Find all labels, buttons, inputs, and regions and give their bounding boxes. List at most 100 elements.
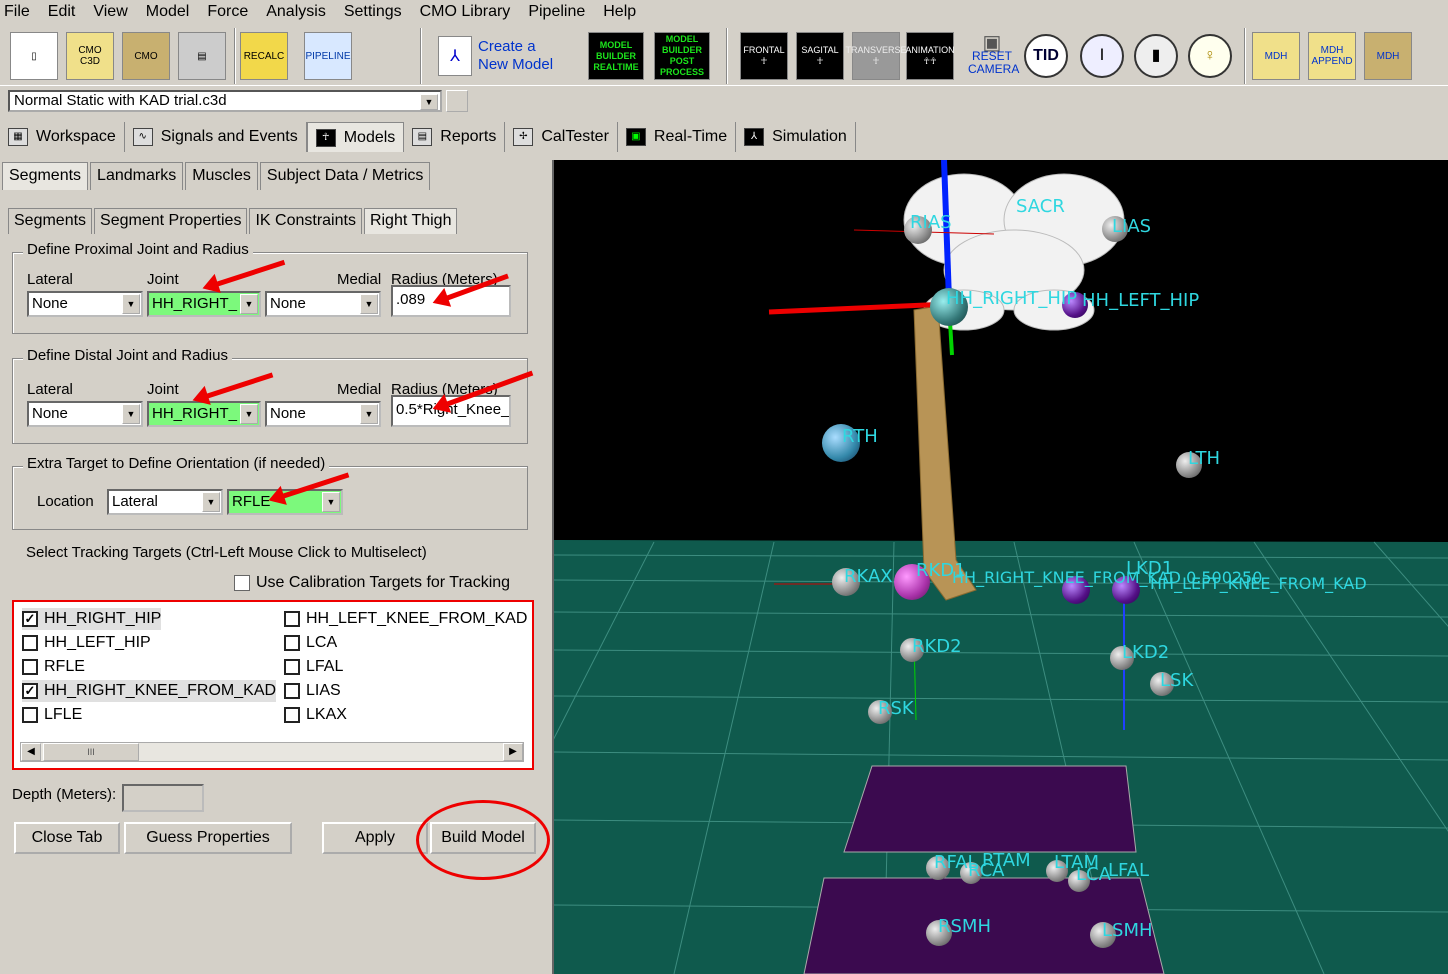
distal-lateral-select[interactable]: None ▼	[27, 401, 143, 427]
model-builder-post-button[interactable]: MODEL BUILDER POST PROCESS	[654, 30, 710, 82]
file-spinner[interactable]	[446, 90, 468, 112]
checkbox-unchecked[interactable]	[284, 659, 300, 675]
checkbox-unchecked[interactable]	[284, 611, 300, 627]
proximal-radius-input[interactable]: .089	[391, 285, 511, 317]
tab-segments-list[interactable]: Segments	[8, 208, 93, 234]
menu-file[interactable]: File	[4, 3, 30, 21]
list-item[interactable]: HH_LEFT_KNEE_FROM_KAD	[284, 608, 527, 630]
toolbar-separator	[420, 28, 422, 84]
animation-button[interactable]: ANIMATION ☥☥	[905, 30, 955, 82]
label-rsk: RSK	[878, 698, 914, 719]
menu-help[interactable]: Help	[603, 3, 636, 21]
tab-signals-events[interactable]: ∿ Signals and Events	[125, 122, 307, 152]
menu-model[interactable]: Model	[146, 3, 190, 21]
menu-analysis[interactable]: Analysis	[266, 3, 326, 21]
tab-landmarks[interactable]: Landmarks	[90, 162, 184, 190]
use-calibration-checkbox[interactable]	[234, 575, 250, 591]
guess-properties-button[interactable]: Guess Properties	[124, 822, 292, 854]
checkbox-unchecked[interactable]	[22, 635, 38, 651]
checkbox-unchecked[interactable]	[284, 635, 300, 651]
tab-models[interactable]: ☥ Models	[306, 122, 405, 152]
3d-viewport[interactable]: RIAS SACR LIAS HH_RIGHT_HIP HH_LEFT_HIP …	[552, 160, 1448, 974]
close-tab-button[interactable]: Close Tab	[14, 822, 120, 854]
list-item[interactable]: ✓ HH_RIGHT_KNEE_FROM_KAD	[22, 680, 277, 702]
menu-view[interactable]: View	[93, 3, 127, 21]
chevron-down-icon[interactable]: ▼	[122, 404, 140, 424]
mdh-open-button[interactable]: MDH	[1252, 30, 1300, 82]
tab-simulation[interactable]: ⅄ Simulation	[736, 122, 856, 152]
checkbox-unchecked[interactable]	[22, 659, 38, 675]
recalc-button[interactable]: RECALC	[240, 30, 288, 82]
checkbox-unchecked[interactable]	[284, 707, 300, 723]
proximal-lateral-select[interactable]: None ▼	[27, 291, 143, 317]
tid-zoom-button[interactable]: TID	[1024, 30, 1068, 82]
pipeline-button[interactable]: PIPELINE	[304, 30, 352, 82]
simulation-icon: ⅄	[744, 128, 765, 146]
zoom-bone-button[interactable]: Ⅰ	[1080, 30, 1124, 82]
checkbox-unchecked[interactable]	[284, 683, 300, 699]
menu-edit[interactable]: Edit	[48, 3, 76, 21]
horizontal-scrollbar[interactable]: ◀ III ▶	[20, 742, 524, 762]
chevron-down-icon[interactable]: ▼	[322, 492, 340, 512]
menu-settings[interactable]: Settings	[344, 3, 402, 21]
tab-right-thigh[interactable]: Right Thigh	[363, 208, 458, 234]
tab-ik-constraints[interactable]: IK Constraints	[249, 208, 362, 234]
realtime-icon: ▣	[625, 128, 646, 146]
list-item[interactable]: HH_LEFT_HIP	[22, 632, 151, 654]
create-model-button[interactable]: ⅄ Create a New Model	[436, 30, 562, 82]
force-plate	[843, 765, 1137, 853]
model-builder-realtime-button[interactable]: MODEL BUILDER REALTIME	[588, 30, 644, 82]
list-item[interactable]: LFAL	[284, 656, 343, 678]
scroll-right-icon[interactable]: ▶	[503, 743, 523, 761]
tab-workspace[interactable]: ▦ Workspace	[0, 122, 125, 152]
list-item[interactable]: LIAS	[284, 680, 341, 702]
zoom-figure-button[interactable]: ♀	[1188, 30, 1232, 82]
list-item[interactable]: ✓ HH_RIGHT_HIP	[22, 608, 162, 630]
checkbox-unchecked[interactable]	[22, 707, 38, 723]
use-calibration-option[interactable]: Use Calibration Targets for Tracking	[234, 574, 510, 592]
distal-medial-select[interactable]: None ▼	[265, 401, 381, 427]
sagital-view-button[interactable]: SAGITAL ☥	[796, 30, 844, 82]
mdh-append-button[interactable]: MDH APPEND	[1308, 30, 1356, 82]
tab-caltester[interactable]: ✢ CalTester	[505, 122, 618, 152]
new-file-button[interactable]: ▯	[10, 30, 58, 82]
zoom-segment-button[interactable]: ▮	[1134, 30, 1178, 82]
tab-reports[interactable]: ▤ Reports	[404, 122, 506, 152]
tab-segments[interactable]: Segments	[2, 162, 89, 190]
active-file-combo[interactable]: Normal Static with KAD trial.c3d ▼	[8, 90, 442, 112]
proximal-medial-select[interactable]: None ▼	[265, 291, 381, 317]
location-select[interactable]: Lateral ▼	[107, 489, 223, 515]
scroll-thumb[interactable]: III	[43, 743, 139, 761]
chevron-down-icon[interactable]: ▼	[240, 294, 258, 314]
print-button[interactable]: ▤	[178, 30, 226, 82]
apply-button[interactable]: Apply	[322, 822, 428, 854]
chevron-down-icon[interactable]: ▼	[360, 294, 378, 314]
transverse-view-button[interactable]: TRANSVERSE ☥	[846, 30, 907, 82]
list-item[interactable]: RFLE	[22, 656, 85, 678]
list-item[interactable]: LCA	[284, 632, 337, 654]
menu-force[interactable]: Force	[207, 3, 248, 21]
tab-segment-properties[interactable]: Segment Properties	[94, 208, 248, 234]
open-cmo-c3d-button[interactable]: CMO C3D	[66, 30, 114, 82]
depth-input[interactable]	[122, 784, 204, 812]
list-item[interactable]: LFLE	[22, 704, 82, 726]
list-item[interactable]: LKAX	[284, 704, 347, 726]
scroll-left-icon[interactable]: ◀	[21, 743, 41, 761]
checkbox-checked[interactable]: ✓	[22, 611, 38, 627]
checkbox-checked[interactable]: ✓	[22, 683, 38, 699]
chevron-down-icon[interactable]: ▼	[420, 94, 438, 110]
chevron-down-icon[interactable]: ▼	[360, 404, 378, 424]
chevron-down-icon[interactable]: ▼	[202, 492, 220, 512]
chevron-down-icon[interactable]: ▼	[122, 294, 140, 314]
tab-subject-data[interactable]: Subject Data / Metrics	[259, 162, 431, 190]
menu-pipeline[interactable]: Pipeline	[528, 3, 585, 21]
mdh-save-button[interactable]: MDH	[1364, 30, 1412, 82]
tab-muscles[interactable]: Muscles	[185, 162, 258, 190]
reset-camera-button[interactable]: ▣ RESET CAMERA	[968, 30, 1019, 82]
frontal-view-button[interactable]: FRONTAL ☥	[740, 30, 788, 82]
label-lfal: LFAL	[1108, 860, 1150, 881]
chevron-down-icon[interactable]: ▼	[240, 404, 258, 424]
menu-cmo-library[interactable]: CMO Library	[420, 3, 511, 21]
save-cmo-button[interactable]: CMO	[122, 30, 170, 82]
tab-real-time[interactable]: ▣ Real-Time	[618, 122, 737, 152]
